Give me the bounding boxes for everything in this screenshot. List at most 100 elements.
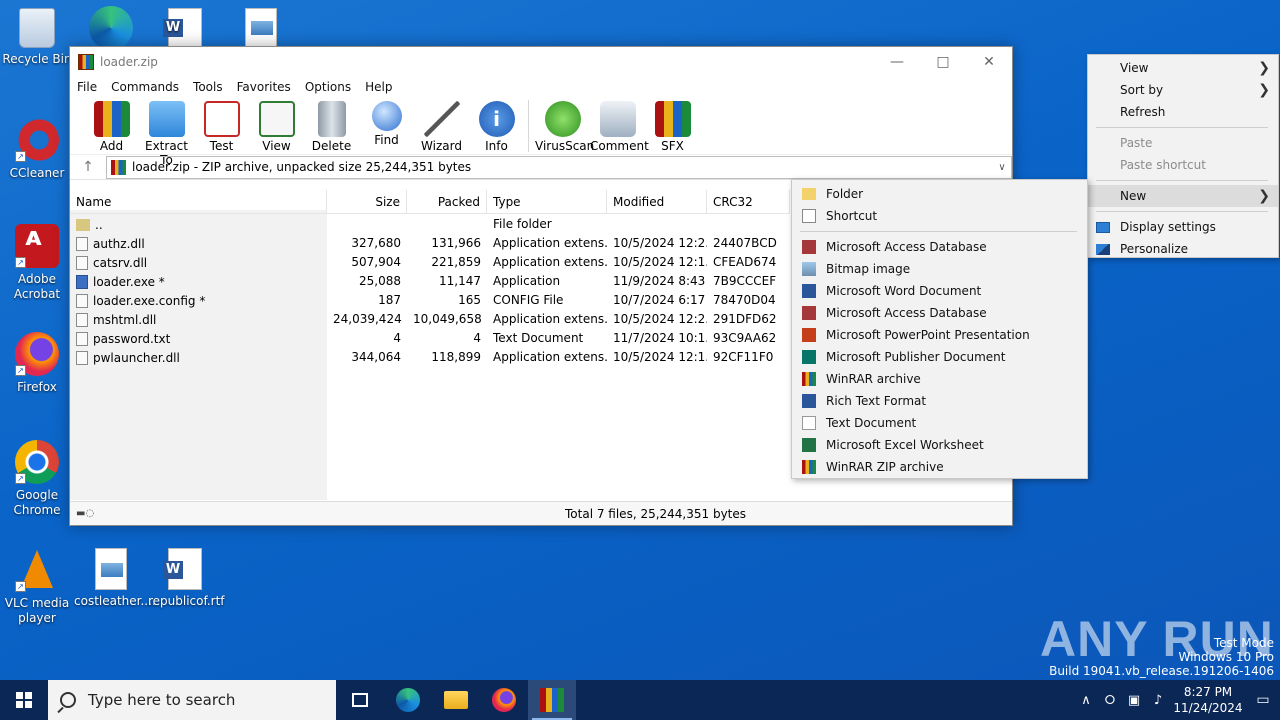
menu-item-view[interactable]: View ❯ [1088, 57, 1278, 79]
desktop-icon-ccleaner[interactable]: ↗ CCleaner [0, 118, 74, 181]
hardware-icon[interactable]: ⭘ [1098, 693, 1122, 708]
toolbar-label: VirusScan [535, 139, 595, 153]
toolbar: Add Extract To Test View Delete Find Wiz… [70, 97, 1012, 167]
network-icon[interactable]: ▣ [1122, 693, 1146, 708]
desktop-icon-adobe-acrobat[interactable]: ᴀ ↗ Adobe Acrobat [0, 224, 74, 302]
archive-path-field[interactable]: loader.zip - ZIP archive, unpacked size … [106, 155, 1012, 179]
desktop-icon-vlc[interactable]: ↗ VLC media player [0, 548, 74, 626]
menu-tools[interactable]: Tools [193, 80, 223, 94]
desktop-icon-recycle-bin[interactable]: Recycle Bin [0, 8, 74, 67]
column-header-packed[interactable]: Packed [407, 190, 487, 214]
view-book-icon [258, 101, 295, 137]
taskbar-winrar[interactable] [528, 680, 576, 720]
column-header-modified[interactable]: Modified [607, 190, 707, 214]
toolbar-label: Wizard [421, 139, 462, 153]
new-item-excel[interactable]: Microsoft Excel Worksheet [792, 434, 1087, 456]
title-bar[interactable]: loader.zip — □ ✕ [70, 47, 1012, 77]
menu-item-paste[interactable]: Paste [1088, 132, 1278, 154]
menu-options[interactable]: Options [305, 80, 351, 94]
table-row[interactable]: loader.exe.config * 187 165 CONFIG File … [70, 291, 790, 310]
virus-scan-icon [544, 101, 581, 137]
up-arrow-icon[interactable]: ↑ [70, 159, 106, 175]
new-item-folder[interactable]: Folder [792, 183, 1087, 205]
task-view-button[interactable] [336, 680, 384, 720]
dll-file-icon [76, 255, 88, 270]
menu-help[interactable]: Help [365, 80, 392, 94]
desktop-icon-costleather[interactable]: costleather.... [74, 548, 156, 609]
toolbar-label: Delete [311, 139, 352, 153]
toolbar-comment-button[interactable]: Comment [590, 97, 649, 153]
new-item-bitmap[interactable]: Bitmap image [792, 258, 1087, 280]
desktop-icon-republicof[interactable]: W republicof.rtf [148, 548, 225, 609]
column-header-size[interactable]: Size [327, 190, 407, 214]
new-item-winrar-zip[interactable]: WinRAR ZIP archive [792, 456, 1087, 478]
desktop-icon-label: Adobe Acrobat [13, 272, 61, 301]
drive-icon[interactable]: ▬◌ [70, 508, 110, 519]
new-item-rich-text[interactable]: Rich Text Format [792, 390, 1087, 412]
menu-item-refresh[interactable]: Refresh [1088, 101, 1278, 123]
close-button[interactable]: ✕ [966, 47, 1012, 77]
new-item-publisher[interactable]: Microsoft Publisher Document [792, 346, 1087, 368]
desktop-icon-google-chrome[interactable]: ↗ Google Chrome [0, 440, 74, 518]
speaker-icon[interactable]: ♪ [1146, 693, 1170, 708]
new-item-access-database[interactable]: Microsoft Access Database [792, 236, 1087, 258]
new-item-winrar-archive[interactable]: WinRAR archive [792, 368, 1087, 390]
toolbar-delete-button[interactable]: Delete [304, 97, 359, 153]
new-item-powerpoint[interactable]: Microsoft PowerPoint Presentation [792, 324, 1087, 346]
desktop-icon-label: CCleaner [9, 166, 65, 180]
text-file-icon [76, 331, 88, 346]
desktop-icon-label: Firefox [17, 380, 57, 394]
toolbar-find-button[interactable]: Find [359, 97, 414, 147]
toolbar-view-button[interactable]: View [249, 97, 304, 153]
maximize-button[interactable]: □ [920, 47, 966, 77]
menu-item-sort-by[interactable]: Sort by ❯ [1088, 79, 1278, 101]
menu-commands[interactable]: Commands [111, 80, 179, 94]
chevron-right-icon: ❯ [1258, 188, 1270, 204]
taskbar-search-box[interactable]: Type here to search [48, 680, 336, 720]
table-row[interactable]: catsrv.dll 507,904 221,859 Application e… [70, 253, 790, 272]
menu-separator [800, 231, 1077, 232]
notification-icon[interactable]: ▭ [1246, 692, 1280, 708]
desktop-icon-firefox[interactable]: ↗ Firefox [0, 332, 74, 395]
taskbar-file-explorer[interactable] [432, 680, 480, 720]
table-row[interactable]: loader.exe * 25,088 11,147 Application 1… [70, 272, 790, 291]
menu-item-label: Display settings [1120, 220, 1216, 234]
menu-item-new[interactable]: New ❯ [1088, 185, 1278, 207]
file-type: Application extens... [493, 255, 607, 269]
column-header-name[interactable]: Name [70, 190, 327, 214]
menu-item-personalize[interactable]: Personalize [1088, 238, 1278, 260]
menu-item-paste-shortcut[interactable]: Paste shortcut [1088, 154, 1278, 176]
menu-favorites[interactable]: Favorites [237, 80, 291, 94]
menu-file[interactable]: File [77, 80, 97, 94]
menu-item-label: WinRAR ZIP archive [826, 460, 944, 474]
toolbar-add-button[interactable]: Add [84, 97, 139, 153]
column-header-type[interactable]: Type [487, 190, 607, 214]
toolbar-wizard-button[interactable]: Wizard [414, 97, 469, 153]
table-row[interactable]: authz.dll 327,680 131,966 Application ex… [70, 234, 790, 253]
toolbar-sfx-button[interactable]: SFX [645, 97, 700, 153]
new-item-access-database-2[interactable]: Microsoft Access Database [792, 302, 1087, 324]
new-item-shortcut[interactable]: Shortcut [792, 205, 1087, 227]
start-button[interactable] [0, 680, 48, 720]
column-header-crc32[interactable]: CRC32 [707, 190, 790, 214]
toolbar-info-button[interactable]: i Info [469, 97, 524, 153]
menu-item-label: Microsoft Access Database [826, 240, 987, 254]
task-view-icon [352, 693, 368, 707]
minimize-button[interactable]: — [874, 47, 920, 77]
chevron-down-icon[interactable]: ∨ [993, 162, 1011, 173]
toolbar-virusscan-button[interactable]: VirusScan [535, 97, 595, 153]
table-row[interactable]: .. File folder [70, 215, 790, 234]
taskbar-clock[interactable]: 8:27 PM 11/24/2024 [1170, 684, 1246, 716]
table-row[interactable]: password.txt 4 4 Text Document 11/7/2024… [70, 329, 790, 348]
table-row[interactable]: mshtml.dll 24,039,424 10,049,658 Applica… [70, 310, 790, 329]
taskbar-edge[interactable] [384, 680, 432, 720]
file-crc: 291DFD62 [713, 312, 777, 326]
taskbar-firefox[interactable] [480, 680, 528, 720]
chevron-up-icon[interactable]: ∧ [1074, 693, 1098, 708]
menu-item-display-settings[interactable]: Display settings [1088, 216, 1278, 238]
toolbar-test-button[interactable]: Test [194, 97, 249, 153]
file-modified: 10/5/2024 12:2... [613, 236, 707, 250]
new-item-text-document[interactable]: Text Document [792, 412, 1087, 434]
table-row[interactable]: pwlauncher.dll 344,064 118,899 Applicati… [70, 348, 790, 367]
new-item-word-document[interactable]: Microsoft Word Document [792, 280, 1087, 302]
